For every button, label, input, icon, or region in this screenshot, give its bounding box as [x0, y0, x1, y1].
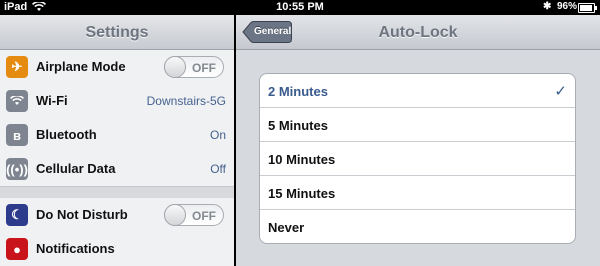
row-label: Do Not Disturb: [36, 207, 128, 222]
airplane-mode-toggle[interactable]: OFF: [164, 56, 224, 78]
do-not-disturb-toggle[interactable]: OFF: [164, 204, 224, 226]
auto-lock-pane: General Auto-Lock 2 Minutes ✓ 5 Minutes …: [236, 15, 600, 266]
row-label: Notifications: [36, 241, 115, 256]
toggle-state: OFF: [192, 61, 216, 75]
option-5-minutes[interactable]: 5 Minutes: [260, 108, 575, 142]
auto-lock-options: 2 Minutes ✓ 5 Minutes 10 Minutes 15 Minu…: [259, 73, 576, 244]
auto-lock-title: Auto-Lock: [378, 24, 458, 41]
battery-icon: [578, 3, 597, 13]
row-cellular-data[interactable]: ((•)) Cellular Data Off: [0, 152, 234, 187]
auto-lock-navbar: General Auto-Lock: [236, 15, 600, 50]
cellular-icon: ((•)): [6, 158, 28, 180]
toggle-state: OFF: [192, 209, 216, 223]
row-airplane-mode[interactable]: ✈ Airplane Mode OFF: [0, 50, 234, 85]
checkmark-icon: ✓: [554, 83, 567, 100]
row-label: Cellular Data: [36, 161, 116, 176]
status-bar: iPad 10:55 PM ✱ 96%: [0, 0, 600, 15]
bluetooth-icon: ✱: [543, 1, 552, 12]
battery-percent: 96%: [557, 1, 578, 12]
bluetooth-icon: ʙ: [6, 124, 28, 146]
notifications-icon: ●: [6, 238, 28, 260]
row-label: Wi-Fi: [36, 93, 68, 108]
battery-fill: [580, 5, 592, 11]
status-time: 10:55 PM: [276, 1, 324, 13]
bluetooth-state: On: [209, 128, 226, 142]
option-label: 2 Minutes: [268, 84, 328, 99]
settings-title: Settings: [85, 24, 149, 41]
option-label: 5 Minutes: [268, 118, 328, 133]
toggle-knob: [164, 56, 186, 78]
row-label: Bluetooth: [36, 127, 97, 142]
option-label: 10 Minutes: [268, 152, 336, 167]
row-notifications[interactable]: ● Notifications: [0, 232, 234, 266]
moon-icon: ☾: [6, 204, 28, 226]
row-bluetooth[interactable]: ʙ Bluetooth On: [0, 118, 234, 153]
option-15-minutes[interactable]: 15 Minutes: [260, 176, 575, 210]
cellular-state: Off: [210, 162, 226, 176]
option-label: Never: [268, 220, 305, 235]
option-never[interactable]: Never: [260, 210, 575, 243]
option-label: 15 Minutes: [268, 186, 336, 201]
settings-pane: Settings ✈ Airplane Mode OFF Wi-Fi Downs…: [0, 15, 234, 266]
row-wifi[interactable]: Wi-Fi Downstairs-5G: [0, 84, 234, 119]
option-2-minutes[interactable]: 2 Minutes ✓: [260, 74, 575, 108]
option-10-minutes[interactable]: 10 Minutes: [260, 142, 575, 176]
row-label: Airplane Mode: [36, 59, 126, 74]
wifi-icon: [6, 90, 28, 112]
row-do-not-disturb[interactable]: ☾ Do Not Disturb OFF: [0, 198, 234, 233]
toggle-knob: [164, 204, 186, 226]
battery-nub: [595, 6, 597, 10]
airplane-icon: ✈: [6, 56, 28, 78]
wifi-network-name: Downstairs-5G: [146, 94, 226, 108]
settings-navbar: Settings: [0, 15, 234, 50]
